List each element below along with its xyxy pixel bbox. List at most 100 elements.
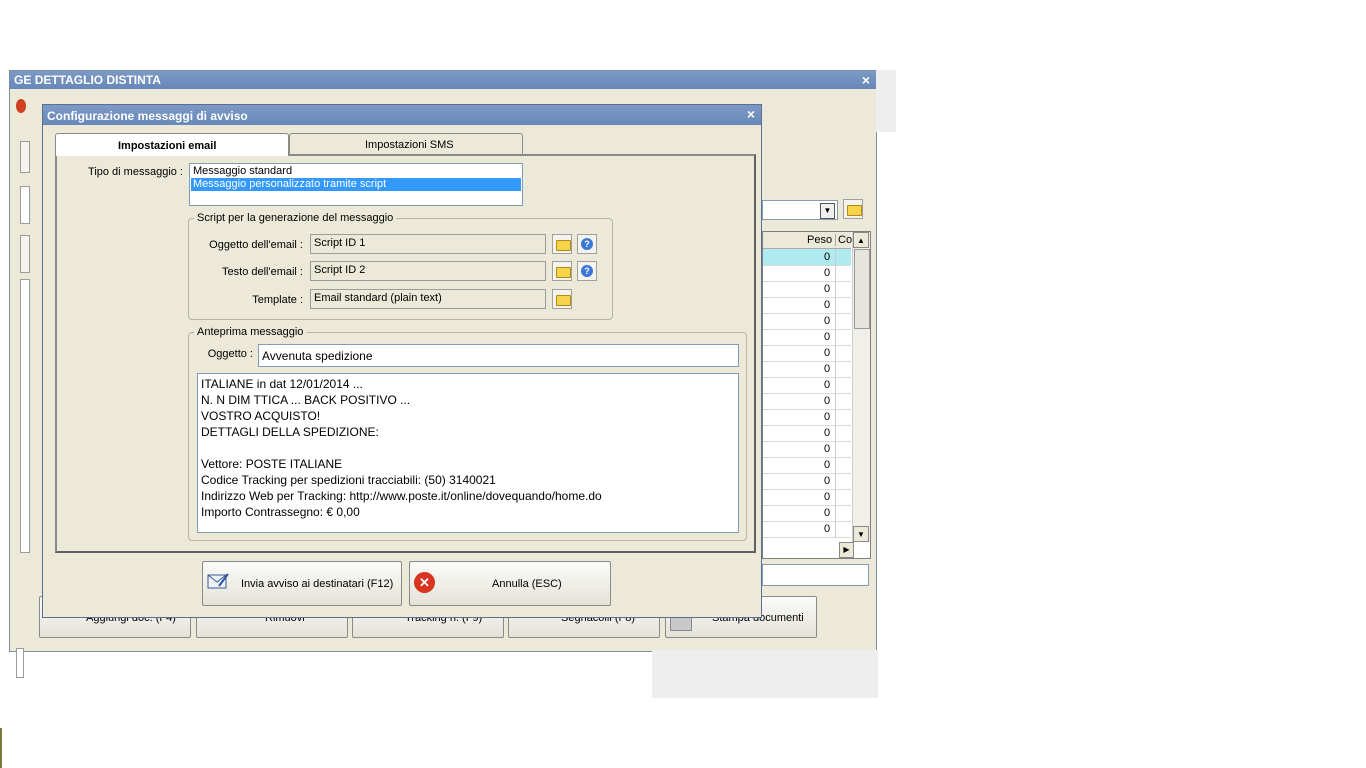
peso-cell: 0 <box>824 459 831 471</box>
preview-body-line: Codice Tracking per spedizioni tracciabi… <box>201 473 496 487</box>
script-group: Script per la generazione del messaggio … <box>188 212 613 320</box>
preview-body-lines: ITALIANE in dat 12/01/2014 ... N. N DIM T… <box>201 376 602 520</box>
preview-body-line: N. N DIM TTICA ... BACK POSITIVO ... <box>201 393 411 407</box>
preview-subject-field[interactable]: Avvenuta spedizione <box>258 344 739 367</box>
background-window-title: DETTAGLIO DISTINTA <box>34 73 161 87</box>
peso-cell: 0 <box>824 251 831 263</box>
envelope-icon <box>207 572 229 590</box>
tab-page: Tipo di messaggio : Messaggio standard M… <box>55 154 756 553</box>
template-field[interactable]: Email standard (plain text) <box>310 289 546 309</box>
table-row[interactable]: 0 <box>763 521 851 538</box>
cor-cell <box>835 297 836 313</box>
table-row[interactable]: 0 <box>763 249 851 266</box>
email-subject-script-field[interactable]: Script ID 1 <box>310 234 546 254</box>
table-row[interactable]: 0 <box>763 505 851 522</box>
subject-folder-icon[interactable] <box>552 234 572 254</box>
tab-sms-label: Impostazioni SMS <box>365 139 454 151</box>
table-row[interactable]: 0 <box>763 265 851 282</box>
peso-cell: 0 <box>824 379 831 391</box>
scroll-thumb[interactable] <box>854 249 870 329</box>
body-folder-icon[interactable] <box>552 261 572 281</box>
script-group-legend: Script per la generazione del messaggio <box>194 212 397 224</box>
cancel-label: Annulla (ESC) <box>492 578 562 590</box>
left-list-fragment <box>20 279 30 553</box>
lower-gray-area <box>652 650 878 698</box>
background-window-title-prefix: GE <box>14 73 32 87</box>
table-row[interactable]: 0 <box>763 361 851 378</box>
table-row[interactable]: 0 <box>763 473 851 490</box>
chevron-down-icon[interactable]: ▼ <box>820 203 835 219</box>
scroll-down-icon[interactable]: ▼ <box>853 526 869 542</box>
dialog-title: Configurazione messaggi di avviso <box>47 109 248 123</box>
background-window-close-icon[interactable]: × <box>862 71 870 89</box>
grid-scrollbar[interactable]: ▲ ▼ <box>852 232 870 542</box>
email-body-label: Testo dell'email : <box>222 266 303 278</box>
cor-cell <box>835 489 836 505</box>
table-row[interactable]: 0 <box>763 377 851 394</box>
cor-cell <box>835 441 836 457</box>
table-row[interactable]: 0 <box>763 489 851 506</box>
peso-cell: 0 <box>824 427 831 439</box>
peso-cell: 0 <box>824 283 831 295</box>
preview-subject-value: Avvenuta spedizione <box>262 349 373 363</box>
preview-body-area[interactable]: ITALIANE in dat 12/01/2014 ... N. N DIM T… <box>197 373 739 533</box>
peso-cell: 0 <box>824 411 831 423</box>
message-type-standard[interactable]: Messaggio standard <box>191 165 523 178</box>
preview-body-line: Vettore: POSTE ITALIANE <box>201 457 343 471</box>
cor-cell <box>835 313 836 329</box>
message-type-list[interactable]: Messaggio standard Messaggio personalizz… <box>189 163 523 206</box>
preview-body-line: ITALIANE in dat 12/01/2014 ... <box>201 377 363 391</box>
peso-cell: 0 <box>824 491 831 503</box>
cor-cell <box>835 505 836 521</box>
right-combo[interactable]: ▼ <box>762 200 838 220</box>
cor-cell <box>835 473 836 489</box>
preview-body-line: Importo Contrassegno: € 0,00 <box>201 505 360 519</box>
cor-cell <box>835 425 836 441</box>
cancel-icon: ✕ <box>414 572 435 593</box>
table-row[interactable]: 0 <box>763 425 851 442</box>
cor-cell <box>835 361 836 377</box>
peso-cell: 0 <box>824 443 831 455</box>
send-notification-button[interactable]: Invia avviso ai destinatari (F12) <box>202 561 402 606</box>
message-type-script[interactable]: Messaggio personalizzato tramite script <box>191 178 521 191</box>
cancel-button[interactable]: ✕ Annulla (ESC) <box>409 561 611 606</box>
lower-panel-fragment <box>16 648 24 678</box>
left-panel-fragment <box>20 141 30 173</box>
peso-cell: 0 <box>824 331 831 343</box>
peso-cell: 0 <box>824 363 831 375</box>
scroll-right-icon[interactable]: ▶ <box>839 542 854 558</box>
cor-cell <box>835 249 836 265</box>
grid-header-peso[interactable]: Peso <box>807 234 832 246</box>
dialog-close-icon[interactable]: × <box>747 105 755 123</box>
data-grid[interactable]: Peso Cor 0 0 0 0 0 0 0 0 0 0 0 0 0 0 0 0 0 0 ▲ ▼ ▶ <box>762 231 871 559</box>
table-row[interactable]: 0 <box>763 393 851 410</box>
body-help-icon[interactable] <box>577 261 597 281</box>
template-folder-icon[interactable] <box>552 289 572 309</box>
peso-cell: 0 <box>824 395 831 407</box>
right-gray-area <box>876 70 896 132</box>
grid-header: Peso Cor <box>763 232 856 249</box>
right-text-field[interactable] <box>762 564 869 586</box>
email-subject-label: Oggetto dell'email : <box>209 239 303 251</box>
table-row[interactable]: 0 <box>763 409 851 426</box>
table-row[interactable]: 0 <box>763 313 851 330</box>
subject-help-icon[interactable] <box>577 234 597 254</box>
table-row[interactable]: 0 <box>763 297 851 314</box>
peso-cell: 0 <box>824 315 831 327</box>
tab-email-label: Impostazioni email <box>118 140 217 152</box>
table-row[interactable]: 0 <box>763 457 851 474</box>
table-row[interactable]: 0 <box>763 441 851 458</box>
tab-email[interactable]: Impostazioni email <box>55 133 289 156</box>
email-body-script-field[interactable]: Script ID 2 <box>310 261 546 281</box>
cor-cell <box>835 409 836 425</box>
preview-group-legend: Anteprima messaggio <box>194 326 307 338</box>
scroll-up-icon[interactable]: ▲ <box>853 232 869 248</box>
right-folder-icon[interactable] <box>843 199 863 219</box>
table-row[interactable]: 0 <box>763 329 851 346</box>
dialog-titlebar: Configurazione messaggi di avviso × <box>43 105 761 125</box>
peso-cell: 0 <box>824 267 831 279</box>
table-row[interactable]: 0 <box>763 345 851 362</box>
table-row[interactable]: 0 <box>763 281 851 298</box>
tab-sms[interactable]: Impostazioni SMS <box>289 133 523 154</box>
message-type-label: Tipo di messaggio : <box>88 166 183 178</box>
